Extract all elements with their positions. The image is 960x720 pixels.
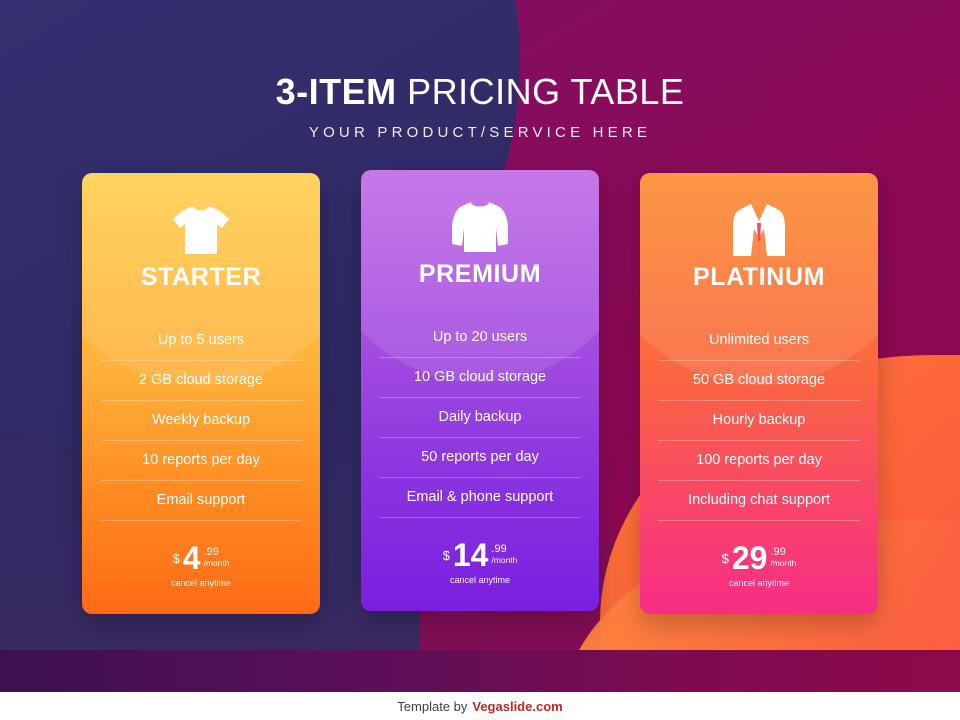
- page-header: 3-ITEM PRICING TABLE YOUR PRODUCT/SERVIC…: [0, 70, 960, 141]
- price-currency: $: [172, 551, 180, 566]
- price-box-premium: $ 14 .99 /month cancel anytime: [361, 518, 599, 611]
- card-header-starter: STARTER: [82, 173, 320, 385]
- feature-item: 10 GB cloud storage: [379, 358, 581, 398]
- blazer-icon: [731, 199, 787, 261]
- feature-item: Up to 5 users: [100, 321, 302, 361]
- pricing-card-starter[interactable]: STARTER Up to 5 users 2 GB cloud storage…: [82, 173, 320, 614]
- price-currency: $: [442, 548, 450, 563]
- feature-item: Email support: [100, 481, 302, 521]
- feature-item: Up to 20 users: [379, 318, 581, 358]
- price-amount: 14: [452, 537, 489, 573]
- price-box-starter: $ 4 .99 /month cancel anytime: [82, 521, 320, 614]
- price-line: $ 14 .99 /month: [361, 538, 599, 572]
- plan-name-premium: PREMIUM: [418, 260, 542, 288]
- price-cents-group: .99 /month: [770, 547, 796, 569]
- price-line: $ 4 .99 /month: [82, 541, 320, 575]
- price-line: $ 29 .99 /month: [640, 541, 878, 575]
- feature-list-platinum: Unlimited users 50 GB cloud storage Hour…: [640, 321, 878, 521]
- page-title-bold: 3-ITEM: [275, 71, 397, 112]
- sweater-icon: [450, 196, 510, 258]
- feature-item: 50 reports per day: [379, 438, 581, 478]
- feature-item: Email & phone support: [379, 478, 581, 518]
- price-cents-group: .99 /month: [491, 544, 517, 566]
- price-period: /month: [203, 558, 230, 568]
- feature-item: Unlimited users: [658, 321, 860, 361]
- price-amount: 29: [731, 540, 768, 576]
- price-note: cancel anytime: [449, 575, 511, 585]
- price-cents-group: .99 /month: [204, 547, 230, 569]
- feature-item: Including chat support: [658, 481, 860, 521]
- tshirt-icon: [170, 199, 232, 261]
- price-currency: $: [721, 551, 729, 566]
- feature-item: Hourly backup: [658, 401, 860, 441]
- feature-item: Daily backup: [379, 398, 581, 438]
- feature-list-starter: Up to 5 users 2 GB cloud storage Weekly …: [82, 321, 320, 521]
- price-box-platinum: $ 29 .99 /month cancel anytime: [640, 521, 878, 614]
- price-amount: 4: [182, 540, 201, 576]
- plan-name-starter: STARTER: [140, 263, 262, 291]
- price-note: cancel anytime: [170, 578, 232, 588]
- plan-name-platinum: PLATINUM: [692, 263, 826, 291]
- pricing-card-platinum[interactable]: PLATINUM Unlimited users 50 GB cloud sto…: [640, 173, 878, 614]
- page-title: 3-ITEM PRICING TABLE: [0, 70, 960, 114]
- page-subtitle: YOUR PRODUCT/SERVICE HERE: [308, 124, 652, 141]
- footer-prefix: Template by: [397, 698, 468, 714]
- price-cents: .99: [203, 546, 219, 558]
- card-header-premium: PREMIUM: [361, 170, 599, 382]
- price-note: cancel anytime: [728, 578, 790, 588]
- feature-list-premium: Up to 20 users 10 GB cloud storage Daily…: [361, 318, 599, 518]
- pricing-card-premium[interactable]: PREMIUM Up to 20 users 10 GB cloud stora…: [361, 170, 599, 611]
- feature-item: Weekly backup: [100, 401, 302, 441]
- pricing-cards: STARTER Up to 5 users 2 GB cloud storage…: [0, 170, 960, 614]
- feature-item: 10 reports per day: [100, 441, 302, 481]
- feature-item: 50 GB cloud storage: [658, 361, 860, 401]
- card-header-platinum: PLATINUM: [640, 173, 878, 385]
- price-period: /month: [491, 555, 518, 565]
- page-title-rest: PRICING TABLE: [396, 71, 685, 112]
- price-period: /month: [770, 558, 797, 568]
- footer: Template by Vegaslide.com: [0, 692, 960, 720]
- price-cents: .99: [491, 543, 507, 555]
- feature-item: 2 GB cloud storage: [100, 361, 302, 401]
- price-cents: .99: [770, 546, 786, 558]
- feature-item: 100 reports per day: [658, 441, 860, 481]
- footer-brand-link[interactable]: Vegaslide.com: [472, 699, 562, 714]
